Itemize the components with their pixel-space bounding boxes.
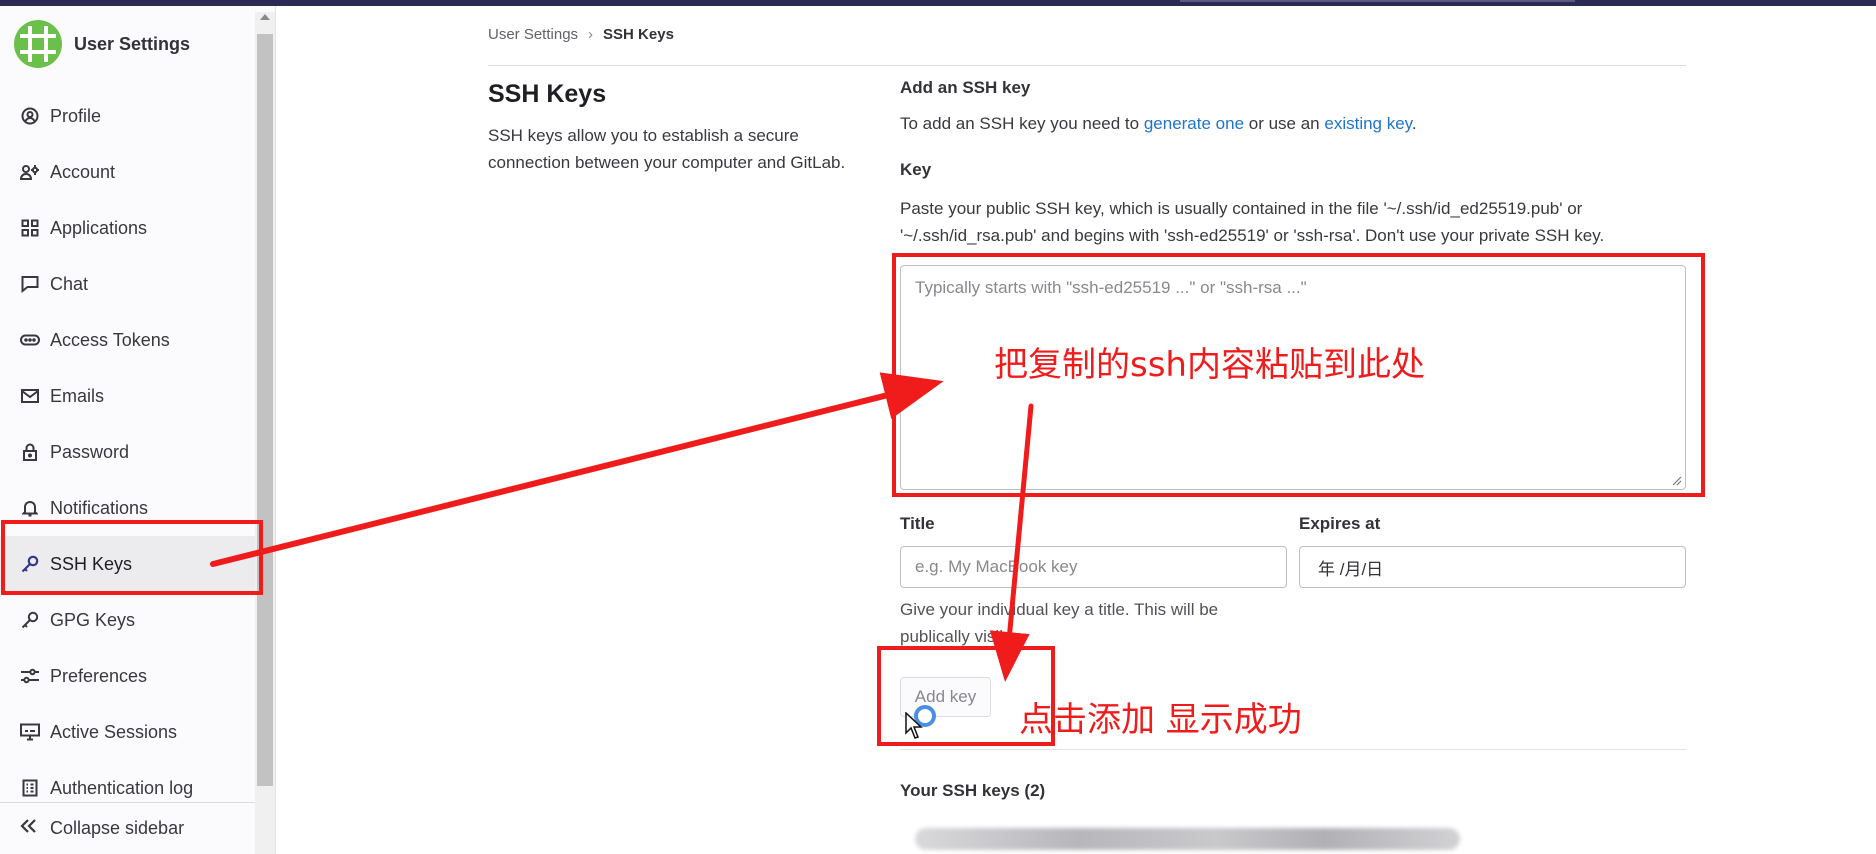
sidebar-header[interactable]: User Settings — [14, 20, 190, 68]
lock-icon — [20, 442, 40, 462]
page-title: SSH Keys — [488, 80, 607, 108]
sidebar-item-label: Emails — [50, 385, 105, 406]
intro-text-middle: or use an — [1244, 114, 1325, 133]
sidebar-item-chat[interactable]: Chat — [0, 256, 255, 312]
sidebar-item-label: Chat — [50, 273, 89, 294]
arrow-sidebar-to-key — [210, 372, 944, 567]
sidebar-scrollbar[interactable] — [255, 12, 275, 854]
log-icon — [20, 778, 40, 798]
scroll-up-arrow[interactable] — [260, 14, 270, 20]
chat-icon — [20, 274, 40, 294]
scrollbar-thumb[interactable] — [257, 34, 273, 786]
sidebar-item-emails[interactable]: Emails — [0, 368, 255, 424]
key-help-text: Paste your public SSH key, which is usua… — [900, 199, 1605, 245]
avatar — [14, 20, 62, 68]
breadcrumb-user-settings[interactable]: User Settings — [488, 26, 578, 43]
profile-icon — [20, 106, 40, 126]
preferences-icon — [20, 666, 40, 686]
bell-icon — [20, 498, 40, 518]
sidebar-item-label: Access Tokens — [50, 329, 170, 350]
top-search-strip[interactable] — [1180, 0, 1575, 2]
sidebar-item-label: Active Sessions — [50, 721, 178, 742]
title-label: Title — [900, 514, 935, 533]
sidebar-item-applications[interactable]: Applications — [0, 200, 255, 256]
sidebar-item-account[interactable]: Account — [0, 144, 255, 200]
mail-icon — [20, 386, 40, 406]
monitor-icon — [20, 722, 40, 742]
sidebar-nav: Profile Account Applications Chat Access… — [0, 88, 255, 816]
add-ssh-key-intro: To add an SSH key you need to generate o… — [900, 114, 1417, 134]
expires-at-label: Expires at — [1299, 514, 1381, 533]
existing-key-link[interactable]: existing key — [1324, 114, 1412, 133]
annotation-click-note: 点击添加 显示成功 — [1019, 700, 1302, 740]
sidebar-item-label: Authentication log — [50, 777, 194, 798]
sidebar-item-password[interactable]: Password — [0, 424, 255, 480]
title-help-text: Give your individual key a title. This w… — [900, 600, 1219, 646]
key-icon — [20, 610, 40, 630]
sidebar-item-gpg-keys[interactable]: GPG Keys — [0, 592, 255, 648]
annotation-box-sidebar — [1, 520, 263, 595]
generate-one-link[interactable]: generate one — [1144, 114, 1244, 133]
mouse-cursor-icon — [905, 712, 923, 739]
page-description: SSH keys allow you to establish a secure… — [488, 126, 846, 172]
collapse-sidebar-label: Collapse sidebar — [50, 818, 185, 838]
settings-sidebar: User Settings Profile Account Applicatio… — [0, 6, 276, 854]
key-label: Key — [900, 160, 932, 179]
applications-icon — [20, 218, 40, 238]
sidebar-item-label: Profile — [50, 105, 102, 126]
title-input[interactable] — [900, 546, 1287, 588]
collapse-sidebar-button[interactable]: Collapse sidebar — [0, 802, 255, 854]
redacted-key-row — [915, 828, 1460, 850]
chevron-double-left-icon — [20, 818, 40, 839]
your-ssh-keys-heading: Your SSH keys (2) — [900, 781, 1046, 800]
intro-text-before: To add an SSH key you need to — [900, 114, 1144, 133]
top-nav-bar — [0, 0, 1876, 6]
expires-at-date-input[interactable]: 年 /月/日 — [1299, 546, 1686, 588]
sidebar-item-active-sessions[interactable]: Active Sessions — [0, 704, 255, 760]
sidebar-title: User Settings — [74, 33, 191, 54]
sidebar-item-label: Password — [50, 441, 130, 462]
token-icon — [20, 330, 40, 350]
section-divider — [900, 749, 1686, 750]
account-icon — [20, 162, 40, 182]
sidebar-item-label: Notifications — [50, 497, 149, 518]
sidebar-item-access-tokens[interactable]: Access Tokens — [0, 312, 255, 368]
expires-at-value: 年 /月/日 — [1318, 559, 1384, 579]
intro-text-after: . — [1411, 114, 1417, 133]
annotation-paste-note: 把复制的ssh内容粘贴到此处 — [994, 345, 1425, 385]
breadcrumb-current[interactable]: SSH Keys — [603, 26, 674, 43]
header-divider — [488, 65, 1686, 66]
sidebar-item-label: Preferences — [50, 665, 148, 686]
sidebar-item-preferences[interactable]: Preferences — [0, 648, 255, 704]
breadcrumb: User Settings › SSH Keys — [488, 26, 674, 43]
sidebar-item-label: GPG Keys — [50, 609, 136, 630]
sidebar-item-profile[interactable]: Profile — [0, 88, 255, 144]
breadcrumb-separator: › — [588, 26, 594, 43]
sidebar-item-label: Account — [50, 161, 116, 182]
add-ssh-key-heading: Add an SSH key — [900, 78, 1031, 97]
sidebar-item-label: Applications — [50, 217, 148, 238]
